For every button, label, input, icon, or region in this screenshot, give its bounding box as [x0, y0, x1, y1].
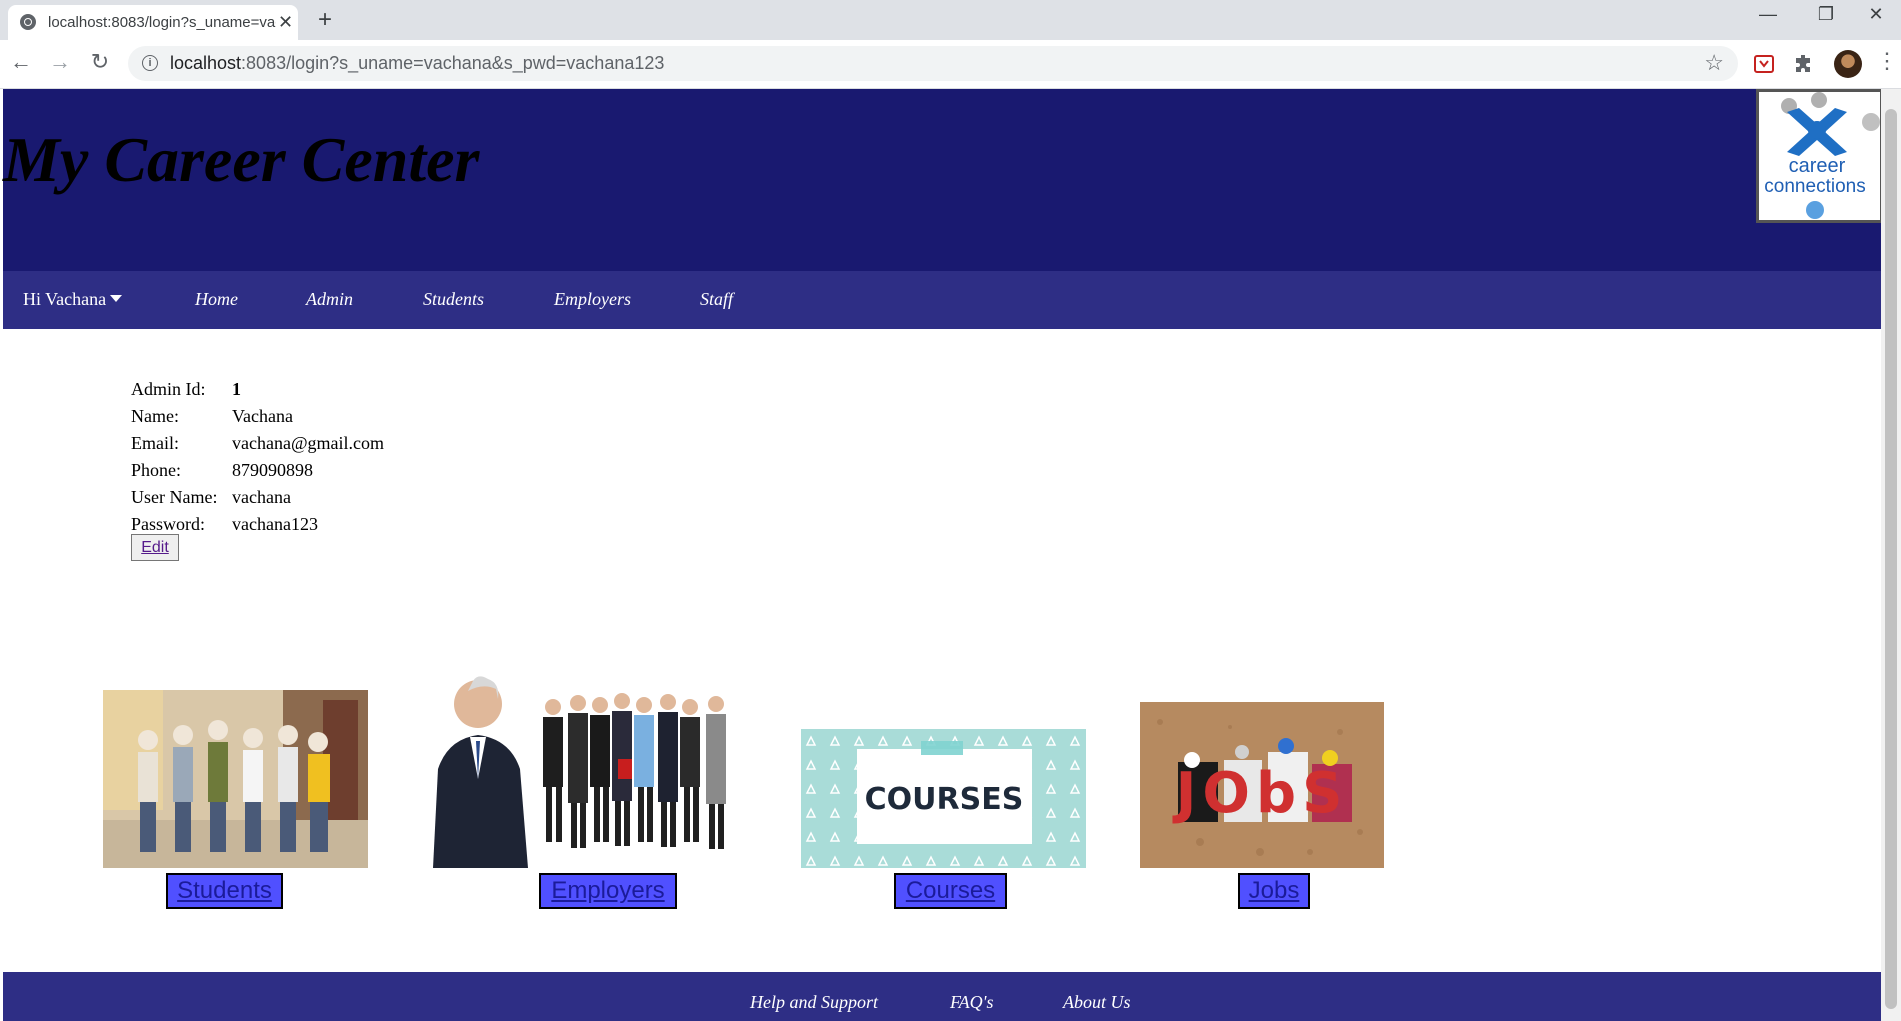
plus-icon[interactable]: +: [318, 6, 332, 34]
puzzle-icon[interactable]: [1792, 52, 1816, 76]
students-link[interactable]: Students: [166, 873, 283, 909]
employers-image: [428, 669, 743, 868]
students-image: [103, 690, 368, 868]
nav-home[interactable]: Home: [195, 289, 238, 310]
star-icon[interactable]: ☆: [1704, 50, 1724, 76]
kebab-icon[interactable]: ⋮: [1876, 48, 1898, 74]
profile-value: 1: [232, 379, 241, 399]
extension-icon[interactable]: [1752, 52, 1776, 76]
site-footer: Help and Support FAQ's About Us: [3, 972, 1881, 1021]
svg-text:connections: connections: [1764, 176, 1865, 197]
nav-admin[interactable]: Admin: [306, 289, 353, 310]
browser-tab[interactable]: localhost:8083/login?s_uname=vachana&s_p…: [8, 5, 298, 40]
browser-tab-bar: localhost:8083/login?s_uname=vachana&s_p…: [0, 0, 1901, 40]
footer-help[interactable]: Help and Support: [750, 992, 878, 1013]
profile-value: Vachana: [232, 406, 293, 426]
footer-about[interactable]: About Us: [1063, 992, 1131, 1013]
svg-text:JObS: JObS: [1172, 761, 1349, 826]
url-text[interactable]: localhost:8083/login?s_uname=vachana&s_p…: [170, 53, 664, 74]
page-scrollbar[interactable]: [1881, 89, 1901, 1021]
page-viewport: My Career Center career connections Hi V…: [0, 89, 1901, 1021]
courses-image: COURSES: [801, 729, 1086, 868]
address-bar[interactable]: i localhost:8083/login?s_uname=vachana&s…: [128, 46, 1738, 81]
profile-label: Phone:: [131, 460, 182, 480]
globe-icon: [20, 14, 36, 30]
jobs-image: JObS: [1140, 702, 1384, 868]
svg-text:career: career: [1789, 155, 1846, 177]
nav-staff[interactable]: Staff: [700, 289, 733, 310]
back-icon[interactable]: ←: [6, 49, 36, 75]
profile-label: User Name:: [131, 487, 218, 507]
profile-value: vachana: [232, 487, 291, 507]
reload-icon[interactable]: ↻: [85, 49, 115, 75]
profile-value: vachana123: [232, 514, 318, 534]
minimize-icon[interactable]: —: [1748, 4, 1788, 25]
scrollbar-thumb[interactable]: [1885, 109, 1897, 1009]
profile-label: Email:: [131, 433, 179, 453]
courses-link[interactable]: Courses: [894, 873, 1007, 909]
avatar[interactable]: [1834, 50, 1862, 78]
profile-label: Password:: [131, 514, 206, 534]
window-close-icon[interactable]: ✕: [1856, 4, 1896, 25]
profile-value: vachana@gmail.com: [232, 433, 385, 453]
jobs-link[interactable]: Jobs: [1238, 873, 1310, 909]
nav-employers[interactable]: Employers: [554, 289, 631, 310]
edit-button[interactable]: Edit: [131, 534, 179, 561]
caret-down-icon: [110, 295, 123, 302]
forward-icon[interactable]: →: [45, 49, 75, 75]
browser-toolbar: ← → ↻ i localhost:8083/login?s_uname=vac…: [0, 40, 1901, 89]
employers-link[interactable]: Employers: [539, 873, 677, 909]
profile-label: Admin Id:: [131, 379, 206, 399]
info-icon[interactable]: i: [142, 55, 158, 71]
profile-value: 879090898: [232, 460, 313, 480]
main-nav: Hi Vachana Home Admin Students Employers…: [3, 271, 1881, 329]
profile-label: Name:: [131, 406, 179, 426]
tab-title: localhost:8083/login?s_uname=vachana&s_p…: [48, 14, 276, 31]
site-header: My Career Center career connections: [3, 89, 1883, 271]
career-connections-logo: career connections: [1756, 89, 1883, 223]
nav-students[interactable]: Students: [423, 289, 484, 310]
footer-faq[interactable]: FAQ's: [950, 992, 994, 1013]
close-icon[interactable]: ✕: [278, 12, 293, 33]
svg-text:COURSES: COURSES: [865, 782, 1024, 817]
restore-icon[interactable]: ❐: [1806, 4, 1846, 25]
site-title: My Career Center: [3, 124, 480, 195]
user-menu[interactable]: Hi Vachana: [23, 289, 123, 310]
